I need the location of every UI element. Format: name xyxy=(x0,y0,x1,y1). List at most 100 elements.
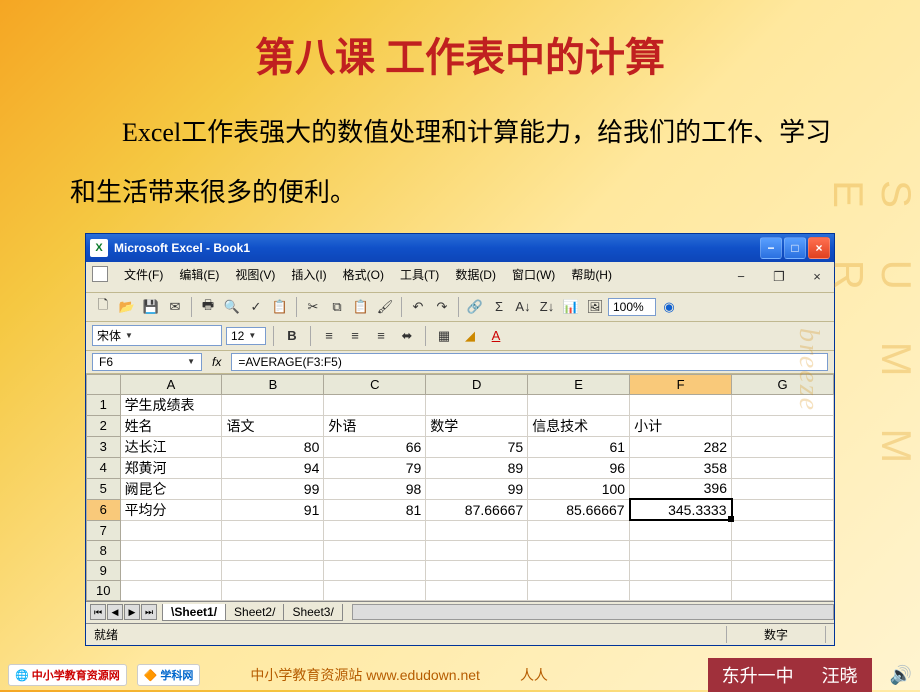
copy-icon[interactable]: ⧉ xyxy=(326,296,348,318)
formula-input[interactable]: =AVERAGE(F3:F5) xyxy=(231,353,828,371)
doc-minimize-button[interactable]: − xyxy=(730,266,752,288)
select-all-corner[interactable] xyxy=(87,374,121,394)
decorative-sidebar: S U M M E R breeze xyxy=(860,180,920,560)
maximize-button[interactable]: □ xyxy=(784,237,806,259)
row-header-5[interactable]: 5 xyxy=(87,478,121,499)
col-header-A[interactable]: A xyxy=(120,374,222,394)
titlebar[interactable]: X Microsoft Excel - Book1 − □ × xyxy=(86,234,834,262)
col-header-E[interactable]: E xyxy=(528,374,630,394)
row-header-1[interactable]: 1 xyxy=(87,394,121,415)
chart-icon[interactable]: 📊 xyxy=(560,296,582,318)
sheet-tab-2[interactable]: Sheet2/ xyxy=(225,604,284,621)
logo-edu-resource: 🌐中小学教育资源网 xyxy=(8,664,127,686)
col-header-B[interactable]: B xyxy=(222,374,324,394)
name-box[interactable]: F6▼ xyxy=(92,353,202,371)
menu-data[interactable]: 数据(D) xyxy=(455,266,496,288)
slide-intro: Excel工作表强大的数值处理和计算能力，给我们的工作、学习和生活带来很多的便利… xyxy=(70,103,850,223)
sort-asc-icon[interactable]: A↓ xyxy=(512,296,534,318)
cell-E2[interactable]: 信息技术 xyxy=(528,415,630,436)
paste-icon[interactable]: 📋 xyxy=(350,296,372,318)
research-icon[interactable]: 📋 xyxy=(269,296,291,318)
sort-desc-icon[interactable]: Z↓ xyxy=(536,296,558,318)
cell-F2[interactable]: 小计 xyxy=(630,415,732,436)
preview-icon[interactable]: 🔍 xyxy=(221,296,243,318)
document-icon xyxy=(92,266,108,282)
active-cell-F6[interactable]: 345.3333 xyxy=(630,499,732,520)
font-name-select[interactable]: 宋体▼ xyxy=(92,325,222,346)
format-toolbar: 宋体▼ 12▼ B ≡ ≡ ≡ ⬌ ▦ ◢ A xyxy=(86,322,834,351)
row-header-3[interactable]: 3 xyxy=(87,436,121,457)
format-painter-icon[interactable]: 🖌 xyxy=(374,296,396,318)
cell-B2[interactable]: 语文 xyxy=(222,415,324,436)
menu-file[interactable]: 文件(F) xyxy=(124,266,163,288)
window-title: Microsoft Excel - Book1 xyxy=(114,241,760,255)
col-header-D[interactable]: D xyxy=(426,374,528,394)
row-header-8[interactable]: 8 xyxy=(87,540,121,560)
row-header-9[interactable]: 9 xyxy=(87,560,121,580)
menu-insert[interactable]: 插入(I) xyxy=(291,266,326,288)
open-icon[interactable]: 📂 xyxy=(116,296,138,318)
new-icon[interactable]: 🗋 xyxy=(92,296,114,318)
menu-window[interactable]: 窗口(W) xyxy=(512,266,555,288)
col-header-C[interactable]: C xyxy=(324,374,426,394)
horizontal-scrollbar[interactable] xyxy=(352,604,834,620)
menu-help[interactable]: 帮助(H) xyxy=(571,266,612,288)
cell-A1[interactable]: 学生成绩表 xyxy=(120,394,222,415)
menu-edit[interactable]: 编辑(E) xyxy=(179,266,219,288)
cell-A2[interactable]: 姓名 xyxy=(120,415,222,436)
tab-nav-first[interactable]: ⏮ xyxy=(90,604,106,620)
tab-nav-next[interactable]: ▶ xyxy=(124,604,140,620)
cell-A6[interactable]: 平均分 xyxy=(120,499,222,520)
align-left-icon[interactable]: ≡ xyxy=(318,325,340,347)
undo-icon[interactable]: ↶ xyxy=(407,296,429,318)
excel-window: X Microsoft Excel - Book1 − □ × 文件(F) 编辑… xyxy=(85,233,835,646)
row-header-4[interactable]: 4 xyxy=(87,457,121,478)
row-header-6[interactable]: 6 xyxy=(87,499,121,520)
print-icon[interactable]: 🖶 xyxy=(197,296,219,318)
status-mode: 数字 xyxy=(726,626,826,643)
sheet-tabs-row: ⏮ ◀ ▶ ⏭ \Sheet1/ Sheet2/ Sheet3/ xyxy=(86,601,834,623)
bold-icon[interactable]: B xyxy=(281,325,303,347)
col-header-F[interactable]: F xyxy=(630,374,732,394)
cell-A4[interactable]: 郑黄河 xyxy=(120,457,222,478)
help-icon[interactable]: ◉ xyxy=(658,296,680,318)
cell-D2[interactable]: 数学 xyxy=(426,415,528,436)
cut-icon[interactable]: ✂ xyxy=(302,296,324,318)
align-right-icon[interactable]: ≡ xyxy=(370,325,392,347)
spelling-icon[interactable]: ✓ xyxy=(245,296,267,318)
row-header-10[interactable]: 10 xyxy=(87,580,121,600)
tab-nav-prev[interactable]: ◀ xyxy=(107,604,123,620)
zoom-select[interactable]: 100% xyxy=(608,298,656,316)
fill-color-icon[interactable]: ◢ xyxy=(459,325,481,347)
sound-icon[interactable]: 🔊 xyxy=(890,665,912,686)
hyperlink-icon[interactable]: 🔗 xyxy=(464,296,486,318)
row-header-7[interactable]: 7 xyxy=(87,520,121,540)
doc-restore-button[interactable]: ❐ xyxy=(768,266,790,288)
autosum-icon[interactable]: Σ xyxy=(488,296,510,318)
credit-box: 东升一中 汪晓 xyxy=(708,658,872,692)
footer-share: 人人 xyxy=(520,665,548,685)
merge-center-icon[interactable]: ⬌ xyxy=(396,325,418,347)
tab-nav-last[interactable]: ⏭ xyxy=(141,604,157,620)
spreadsheet-grid[interactable]: A B C D E F G 1 学生成绩表 2 姓名 语文 外语 数学 信息技术… xyxy=(86,374,834,601)
row-header-2[interactable]: 2 xyxy=(87,415,121,436)
redo-icon[interactable]: ↷ xyxy=(431,296,453,318)
align-center-icon[interactable]: ≡ xyxy=(344,325,366,347)
font-size-select[interactable]: 12▼ xyxy=(226,327,266,345)
status-ready: 就绪 xyxy=(94,626,446,643)
minimize-button[interactable]: − xyxy=(760,237,782,259)
cell-A5[interactable]: 阙昆仑 xyxy=(120,478,222,499)
cell-C2[interactable]: 外语 xyxy=(324,415,426,436)
menu-format[interactable]: 格式(O) xyxy=(343,266,384,288)
borders-icon[interactable]: ▦ xyxy=(433,325,455,347)
font-color-icon[interactable]: A xyxy=(485,325,507,347)
menu-tools[interactable]: 工具(T) xyxy=(400,266,439,288)
drawing-icon[interactable]: 🖼 xyxy=(584,296,606,318)
fx-icon[interactable]: fx xyxy=(204,355,229,369)
save-icon[interactable]: 💾 xyxy=(140,296,162,318)
cell-A3[interactable]: 达长江 xyxy=(120,436,222,457)
sheet-tab-3[interactable]: Sheet3/ xyxy=(283,604,342,621)
sheet-tab-1[interactable]: \Sheet1/ xyxy=(162,604,226,621)
menu-view[interactable]: 视图(V) xyxy=(235,266,275,288)
permission-icon[interactable]: ✉ xyxy=(164,296,186,318)
